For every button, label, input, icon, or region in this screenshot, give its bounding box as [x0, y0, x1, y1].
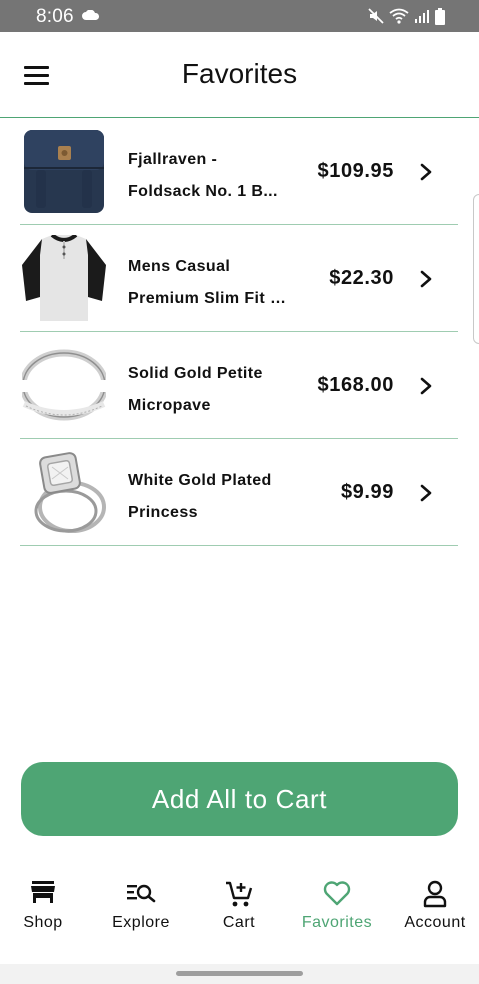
product-thumbnail [22, 342, 106, 428]
product-name-line1: White Gold Plated [128, 472, 272, 489]
user-icon [423, 880, 447, 908]
search-list-icon [127, 884, 156, 903]
nav-item-favorites[interactable]: Favorites [289, 880, 385, 950]
nav-item-account[interactable]: Account [387, 880, 479, 950]
nav-label-shop: Shop [23, 914, 63, 931]
product-name-line2: Foldsack No. 1 B... [128, 183, 278, 200]
product-name-line2: Princess [128, 504, 198, 521]
product-name-line1: Mens Casual [128, 258, 231, 275]
store-icon [31, 881, 55, 903]
chevron-right-icon[interactable] [420, 163, 432, 181]
product-name-line2: Premium Slim Fit T... [128, 290, 288, 307]
favorite-item[interactable]: Solid Gold Petite Micropave $168.00 [20, 332, 458, 439]
favorite-item[interactable]: Fjallraven - Foldsack No. 1 B... $109.95 [20, 118, 458, 225]
product-price: $9.99 [340, 481, 394, 503]
nav-label-account: Account [404, 914, 466, 931]
favorite-item[interactable]: White Gold Plated Princess $9.99 [20, 439, 458, 546]
product-name-line1: Fjallraven - [128, 151, 218, 168]
signal-icon [415, 10, 429, 23]
nav-label-explore: Explore [112, 914, 170, 931]
product-thumbnail [22, 235, 106, 321]
product-price: $168.00 [317, 374, 394, 396]
cloud-icon [82, 10, 99, 20]
page-title: Favorites [181, 58, 298, 89]
status-time: 8:06 [36, 6, 74, 27]
status-bar: 8:06 [0, 0, 479, 32]
product-name-line2: Micropave [128, 397, 211, 414]
nav-label-favorites: Favorites [301, 914, 373, 931]
product-price: $22.30 [329, 267, 394, 289]
nav-item-explore[interactable]: Explore [93, 880, 189, 950]
product-name: Solid Gold Petite Micropave [128, 358, 288, 422]
product-name-line1: Solid Gold Petite [128, 365, 263, 382]
product-price: $109.95 [317, 160, 394, 182]
mute-icon [368, 8, 384, 24]
product-name: Mens Casual Premium Slim Fit T... [128, 251, 288, 315]
nav-label-cart: Cart [222, 914, 256, 931]
product-name: White Gold Plated Princess [128, 465, 288, 529]
nav-item-cart[interactable]: Cart [191, 880, 287, 950]
product-thumbnail [22, 128, 106, 214]
app-header: Favorites [0, 32, 479, 118]
heart-icon [323, 881, 351, 906]
chevron-right-icon[interactable] [420, 377, 432, 395]
chevron-right-icon[interactable] [420, 484, 432, 502]
product-thumbnail [22, 449, 106, 535]
battery-icon [435, 7, 445, 25]
cart-icon [226, 881, 253, 907]
home-gesture-pill[interactable] [176, 971, 303, 976]
add-all-to-cart-button[interactable]: Add All to Cart [21, 762, 458, 836]
nav-item-shop[interactable]: Shop [0, 880, 91, 950]
status-icons [368, 7, 445, 25]
bottom-navigation: Shop Explore Cart Favorites Account [0, 866, 479, 964]
scroll-handle[interactable] [473, 194, 479, 344]
product-name: Fjallraven - Foldsack No. 1 B... [128, 144, 288, 208]
favorite-item[interactable]: Mens Casual Premium Slim Fit T... $22.30 [20, 225, 458, 332]
system-nav-bar [0, 964, 479, 984]
wifi-icon [389, 8, 409, 24]
chevron-right-icon[interactable] [420, 270, 432, 288]
